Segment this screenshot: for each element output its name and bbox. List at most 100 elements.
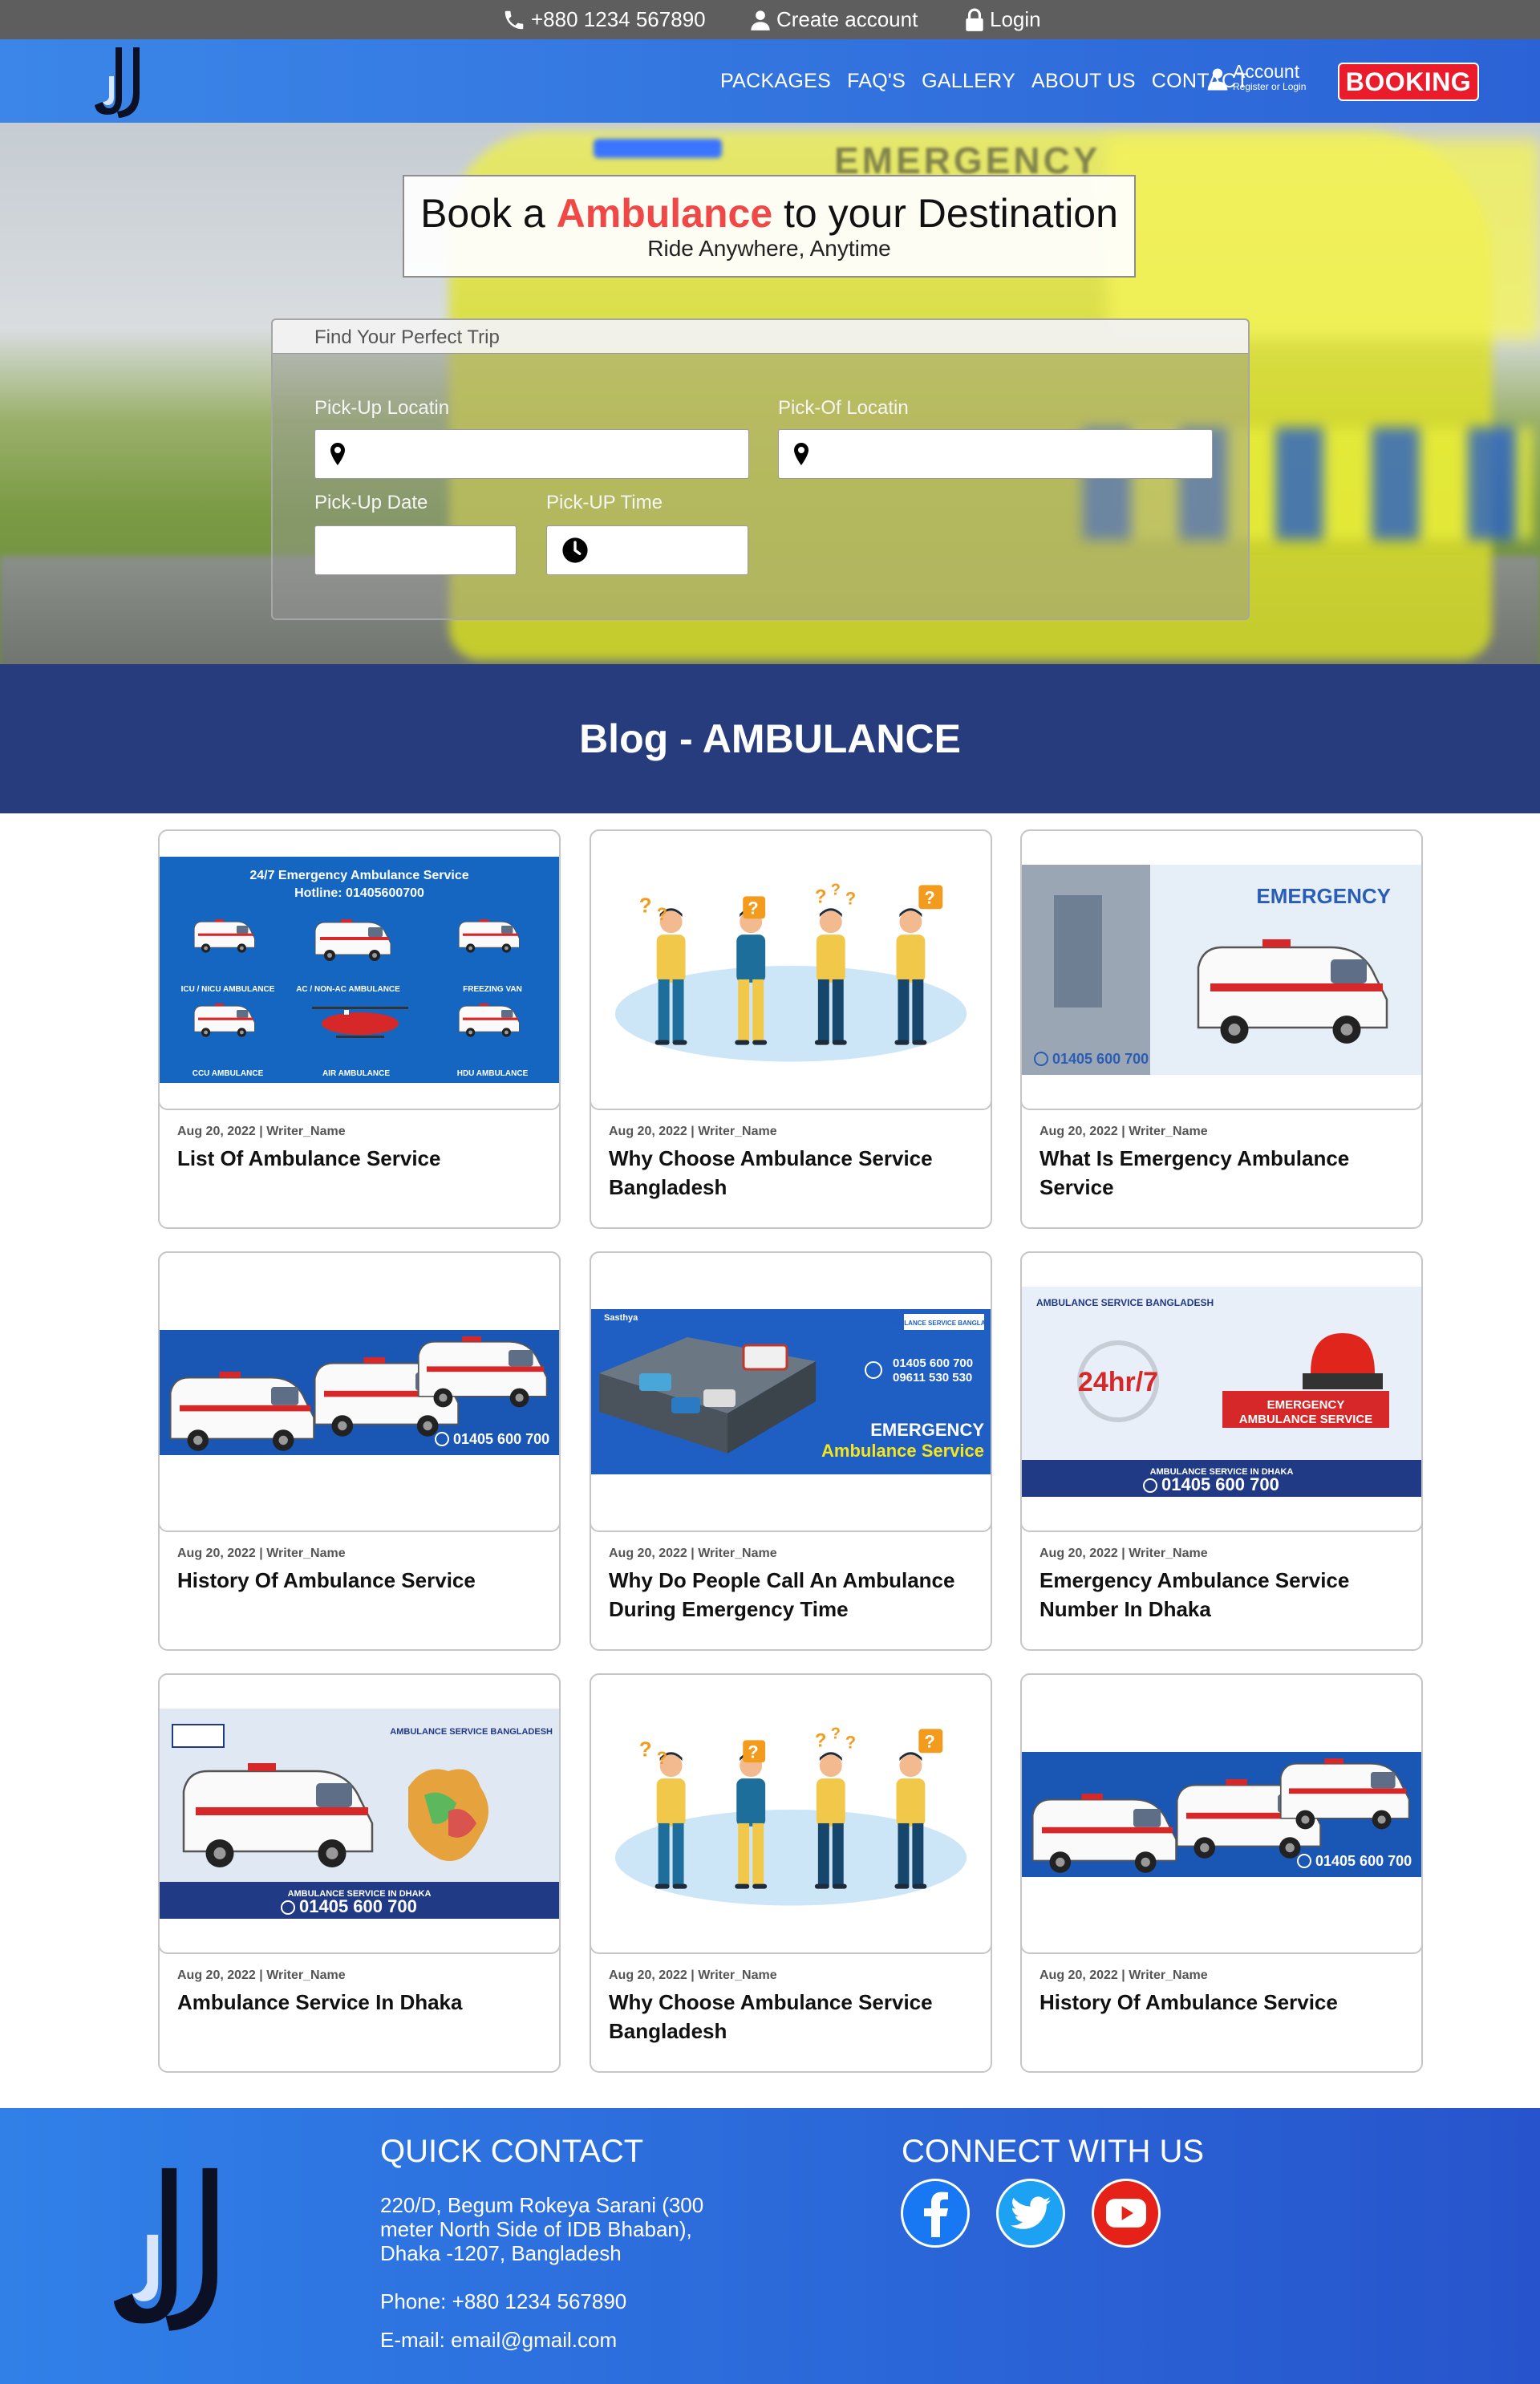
svg-text:Sasthya: Sasthya (604, 1313, 638, 1323)
svg-text:?: ? (639, 1738, 652, 1761)
clock-icon (562, 537, 588, 563)
svg-text:01405 600 700: 01405 600 700 (1161, 1474, 1279, 1494)
pickup-location-input[interactable] (314, 429, 749, 479)
blog-card-image[interactable]: AMBULANCE SERVICE BANGLADESH 24hr/7 EMERGE… (1020, 1251, 1423, 1532)
blog-card-title[interactable]: Emergency Ambulance Service Number In Dh… (1040, 1566, 1410, 1624)
svg-text:EMERGENCY: EMERGENCY (1267, 1398, 1345, 1412)
trip-finder-form: Find Your Perfect Trip Pick-Up Locatin P… (271, 318, 1250, 620)
hero-title-pre: Book a (420, 191, 557, 236)
account-icon (1207, 68, 1228, 91)
nav-about-us[interactable]: ABOUT US (1031, 70, 1136, 93)
blog-card-image[interactable]: 24/7 Emergency Ambulance Service Hotline:… (158, 829, 561, 1110)
blog-card[interactable]: 01405 600 700 Aug 20, 2022 | Writer_Name… (158, 1251, 561, 1651)
blog-card[interactable]: 01405 600 700 Aug 20, 2022 | Writer_Name… (1020, 1673, 1423, 2073)
svg-text:Hotline: 01405600700: Hotline: 01405600700 (294, 886, 424, 900)
top-bar: +880 1234 567890 Create account Login (0, 0, 1540, 39)
svg-text:AMBULANCE SERVICE: AMBULANCE SERVICE (1239, 1413, 1372, 1426)
finder-header: Find Your Perfect Trip (273, 320, 1248, 354)
booking-button[interactable]: BOOKING (1338, 63, 1479, 101)
hero-title: Book a Ambulance to your Destination (404, 193, 1134, 234)
svg-text:CCU AMBULANCE: CCU AMBULANCE (192, 1069, 264, 1078)
footer-phone[interactable]: Phone: +880 1234 567890 (380, 2289, 626, 2313)
blog-card-image[interactable]: 01405 600 700 (158, 1251, 561, 1532)
footer-email[interactable]: E-mail: email@gmail.com (380, 2328, 617, 2352)
account-label: Account (1233, 61, 1300, 82)
blog-card-title[interactable]: Ambulance Service In Dhaka (177, 1988, 548, 2017)
hero-banner: EMERGENCY Book a Ambulance to your Desti… (0, 123, 1540, 664)
svg-text:?: ? (924, 1731, 934, 1751)
dropoff-location-input[interactable] (778, 429, 1213, 479)
svg-text:AMBULANCE SERVICE BANGLADESH: AMBULANCE SERVICE BANGLADESH (885, 1320, 991, 1327)
nav-gallery[interactable]: GALLERY (922, 70, 1015, 93)
pickup-time-input[interactable] (546, 525, 748, 575)
blog-card[interactable]: Sasthya AMBULANCE SERVICE BANGLADESH 01405… (590, 1251, 992, 1651)
blog-card-title[interactable]: History Of Ambulance Service (1040, 1988, 1410, 2017)
blog-card-title[interactable]: History Of Ambulance Service (177, 1566, 548, 1595)
blog-card-meta: Aug 20, 2022 | Writer_Name (1040, 1547, 1208, 1560)
svg-text:Ambulance Service: Ambulance Service (821, 1441, 984, 1461)
blog-card[interactable]: ? ? ? ? ? ? ? Aug 20, 2022 | Writer_Name… (590, 1673, 992, 2073)
blog-card-image[interactable]: 01405 600 700 (1020, 1673, 1423, 1954)
footer-logo[interactable] (103, 2153, 236, 2342)
people-question-illustration: ? ? ? ? ? ? ? (591, 1701, 991, 1926)
blog-card-title[interactable]: Why Choose Ambulance Service Bangladesh (609, 1144, 979, 1202)
blog-card[interactable]: AMBULANCE SERVICE BANGLADESH AMBULANCE SE… (158, 1673, 561, 2073)
blog-card-title[interactable]: Why Do People Call An Ambulance During E… (609, 1566, 979, 1624)
facebook-icon[interactable] (901, 2179, 970, 2248)
blog-card-meta: Aug 20, 2022 | Writer_Name (177, 1547, 346, 1560)
user-icon (751, 10, 770, 30)
svg-text:01405 600 700: 01405 600 700 (1315, 1853, 1412, 1869)
ambulance-row-banner-image: 01405 600 700 (160, 1330, 559, 1455)
site-logo[interactable] (90, 44, 148, 120)
svg-text:01405 600 700: 01405 600 700 (299, 1896, 417, 1916)
hero-subtitle: Ride Anywhere, Anytime (647, 236, 891, 261)
topbar-phone[interactable]: +880 1234 567890 (502, 0, 706, 39)
dropoff-location-label: Pick-Of Locatin (778, 397, 909, 419)
blog-card-title[interactable]: What Is Emergency Ambulance Service (1040, 1144, 1410, 1202)
pickup-time-label: Pick-UP Time (546, 492, 663, 513)
svg-text:24/7 Emergency Ambulance Servi: 24/7 Emergency Ambulance Service (249, 869, 468, 882)
blog-card-image[interactable]: Sasthya AMBULANCE SERVICE BANGLADESH 01405… (590, 1251, 992, 1532)
blog-card-title[interactable]: List Of Ambulance Service (177, 1144, 548, 1173)
blog-card-meta: Aug 20, 2022 | Writer_Name (177, 1125, 346, 1138)
blog-card-image[interactable]: EMERGENCY 01405 600 700 (1020, 829, 1423, 1110)
blog-card-image[interactable]: AMBULANCE SERVICE BANGLADESH AMBULANCE SE… (158, 1673, 561, 1954)
blog-card-image[interactable]: ? ? ? ? ? ? ? (590, 829, 992, 1110)
nav-faqs[interactable]: FAQ'S (847, 70, 906, 93)
svg-text:?: ? (748, 1741, 758, 1762)
account-menu[interactable]: Account Register or Login (1206, 62, 1306, 92)
blog-card[interactable]: ? ? ? ? ? ? ? Aug 20, 2022 | Writer_Name… (590, 829, 992, 1229)
svg-text:01405 600 700: 01405 600 700 (453, 1431, 549, 1447)
svg-text:EMERGENCY: EMERGENCY (870, 1420, 984, 1440)
twitter-icon[interactable] (996, 2179, 1065, 2248)
svg-text:AMBULANCE SERVICE BANGLADESH: AMBULANCE SERVICE BANGLADESH (390, 1727, 553, 1737)
youtube-icon[interactable] (1092, 2179, 1161, 2248)
pickup-date-input[interactable] (314, 525, 517, 575)
ccu-ambulance-map-image: AMBULANCE SERVICE BANGLADESHAMBULANCE SE… (160, 1709, 559, 1919)
nav-packages[interactable]: PACKAGES (720, 70, 831, 93)
hero-title-box: Book a Ambulance to your Destination Rid… (403, 175, 1136, 278)
svg-text:?: ? (831, 881, 841, 898)
svg-text:AMBULANCE SERVICE BANGLADESH: AMBULANCE SERVICE BANGLADESH (1036, 1297, 1214, 1308)
blog-card-image[interactable]: ? ? ? ? ? ? ? (590, 1673, 992, 1954)
blog-card[interactable]: AMBULANCE SERVICE BANGLADESH 24hr/7 EMERGE… (1020, 1251, 1423, 1651)
svg-text:?: ? (845, 888, 856, 908)
create-account-link[interactable]: Create account (749, 0, 918, 39)
blog-card[interactable]: EMERGENCY 01405 600 700 Aug 20, 2022 | Wr… (1020, 829, 1423, 1229)
map-pin-icon (794, 443, 808, 465)
blog-card-meta: Aug 20, 2022 | Writer_Name (609, 1968, 777, 1982)
svg-text:01405 600 700: 01405 600 700 (893, 1356, 973, 1370)
svg-text:?: ? (924, 887, 934, 907)
hero-title-post: to your Destination (772, 191, 1118, 236)
login-link[interactable]: Login (964, 0, 1041, 39)
blog-card-meta: Aug 20, 2022 | Writer_Name (1040, 1125, 1208, 1138)
connect-heading: CONNECT WITH US (902, 2134, 1205, 2169)
svg-text:EMERGENCY: EMERGENCY (1256, 884, 1391, 908)
ambulance-row-banner-image: 01405 600 700 (1022, 1752, 1421, 1877)
light-bar (594, 139, 722, 158)
blog-card[interactable]: 24/7 Emergency Ambulance Service Hotline:… (158, 829, 561, 1229)
emergency-ambulance-image: EMERGENCY 01405 600 700 (1022, 865, 1421, 1075)
svg-text:?: ? (845, 1732, 856, 1752)
blog-card-title[interactable]: Why Choose Ambulance Service Bangladesh (609, 1988, 979, 2045)
svg-text:FREEZING VAN: FREEZING VAN (463, 985, 522, 994)
